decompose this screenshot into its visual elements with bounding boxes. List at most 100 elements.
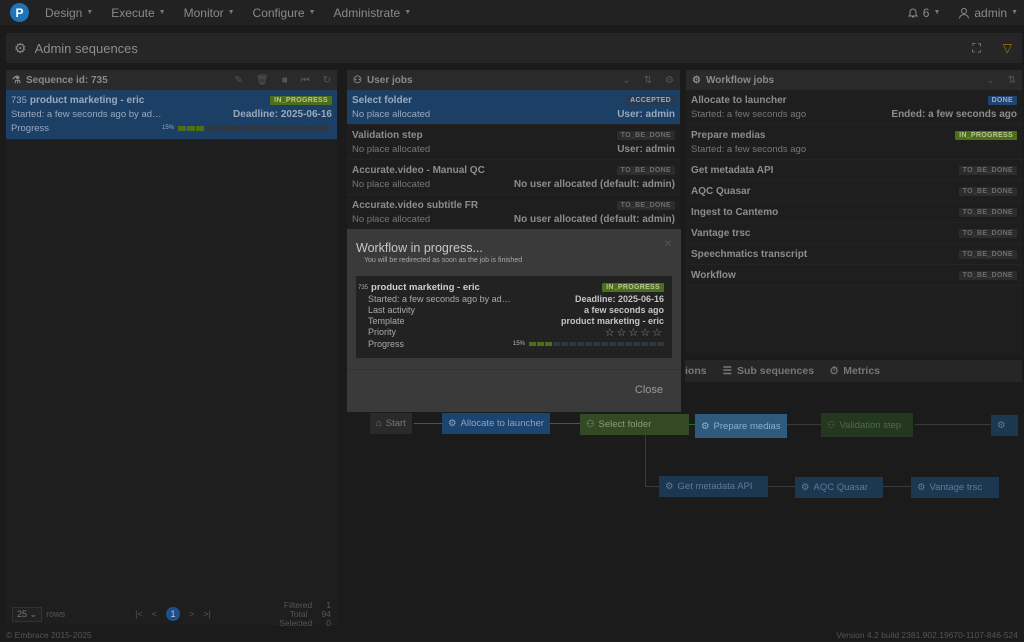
progress-segment: [286, 125, 294, 131]
progress-segment: [545, 341, 552, 346]
progress-segment: [537, 341, 544, 346]
graph-node-partial[interactable]: ⚙: [991, 415, 1018, 436]
close-icon[interactable]: ✕: [664, 239, 672, 250]
app-logo[interactable]: P: [10, 3, 29, 22]
workflow-job-row[interactable]: Get metadata API TO_BE_DONE: [686, 160, 1022, 181]
graph-node-allocate[interactable]: ⚙ Allocate to launcher: [442, 413, 550, 434]
user-job-row[interactable]: Select folder ACCEPTED No place allocated U…: [347, 90, 680, 125]
job-title: AQC Quasar: [691, 185, 751, 197]
job-title: Allocate to launcher: [691, 94, 787, 106]
user-job-row[interactable]: Accurate.video subtitle FR TO_BE_DONE No p…: [347, 195, 680, 230]
sequence-row[interactable]: 735 product marketing - eric IN_PROGRESS…: [6, 90, 337, 140]
workflow-jobs-panel: ⚙ Workflow jobs ⌄ ⇅ Allocate to launcher…: [686, 70, 1022, 355]
progress-segment: [601, 341, 608, 346]
graph-node-get-metadata[interactable]: ⚙ Get metadata API: [659, 476, 768, 497]
graph-node-start[interactable]: ⌂ Start: [370, 413, 412, 434]
chevron-down-icon[interactable]: ⌄: [622, 75, 630, 86]
workflow-job-row[interactable]: Prepare medias IN_PROGRESS Started: a few …: [686, 125, 1022, 160]
gear-icon: ⚙: [917, 482, 926, 493]
progress-segment: [585, 341, 592, 346]
graph-node-validation[interactable]: ⚇ Validation step: [821, 413, 913, 437]
workflow-job-row[interactable]: Speechmatics transcript TO_BE_DONE: [686, 244, 1022, 265]
gear-icon: ⚙: [701, 420, 710, 432]
user-name: admin: [974, 5, 1008, 20]
progress-segment: [187, 125, 195, 131]
close-button[interactable]: Close: [635, 384, 663, 396]
sort-icon[interactable]: ⇅: [644, 75, 652, 86]
trash-icon[interactable]: 🗑: [256, 75, 269, 86]
rewind-icon[interactable]: ⏮: [301, 75, 310, 86]
user-job-row[interactable]: Validation step TO_BE_DONE No place alloca…: [347, 125, 680, 160]
settings-icon[interactable]: ⚙: [665, 75, 674, 86]
gear-icon: ⚙: [692, 74, 701, 86]
graph-node-label: Allocate to launcher: [460, 418, 544, 429]
progress-segment: [277, 125, 285, 131]
top-navbar: P Design ▼ Execute ▼ Monitor ▼ Configure ▼ A…: [0, 0, 1024, 25]
progress-segment: [561, 341, 568, 346]
graph-node-aqc[interactable]: ⚙ AQC Quasar: [795, 477, 883, 498]
progress-segment: [625, 341, 632, 346]
nav-execute[interactable]: Execute ▼: [111, 6, 165, 20]
progress-segment: [241, 125, 249, 131]
progress-segment: [178, 125, 186, 131]
page-size-select[interactable]: 25 ⌄: [12, 606, 43, 622]
last-page-icon[interactable]: >|: [203, 609, 211, 619]
tab-sub-sequences[interactable]: ☰ Sub sequences: [723, 365, 814, 377]
page-number-button[interactable]: 1: [165, 607, 180, 621]
modal-progress-label: Progress: [368, 338, 405, 349]
progress-segment: [268, 125, 276, 131]
progress-segment: [593, 341, 600, 346]
job-title: Select folder: [352, 94, 413, 106]
workflow-job-row[interactable]: Allocate to launcher DONE Started: a few s…: [686, 90, 1022, 125]
user-job-row[interactable]: Accurate.video - Manual QC TO_BE_DONE No p…: [347, 160, 680, 195]
edit-icon[interactable]: ✎: [234, 75, 242, 86]
progress-segment: [529, 341, 536, 346]
graph-node-vantage[interactable]: ⚙ Vantage trsc: [911, 477, 999, 498]
home-icon: ⌂: [376, 418, 382, 429]
next-page-icon[interactable]: >: [189, 609, 194, 619]
nav-administrate[interactable]: Administrate ▼: [334, 6, 412, 20]
graph-edge: [883, 486, 912, 487]
modal-sequence-id: 735: [358, 284, 369, 291]
job-started: Started: a few seconds ago: [691, 108, 807, 120]
graph-node-select-folder[interactable]: ⚇ Select folder: [580, 414, 689, 435]
workflow-job-row[interactable]: Ingest to Cantemo TO_BE_DONE: [686, 202, 1022, 223]
tab-actions[interactable]: ions: [685, 365, 707, 377]
sequence-panel: ⚗ Sequence id: 735 ✎ 🗑 ■ ⏮ ↻ 735 product…: [6, 70, 337, 625]
filter-icon[interactable]: ▽: [1003, 41, 1012, 56]
nav-monitor[interactable]: Monitor ▼: [184, 6, 235, 20]
gear-icon: ⚙: [665, 481, 674, 492]
caret-down-icon: ▼: [308, 9, 316, 16]
tab-metrics[interactable]: ⏱ Metrics: [830, 365, 880, 378]
first-page-icon[interactable]: |<: [135, 609, 143, 619]
workflow-job-row[interactable]: Vantage trsc TO_BE_DONE: [686, 223, 1022, 244]
notifications-button[interactable]: 6 ▼: [907, 6, 940, 20]
sequence-id: 735: [11, 94, 27, 106]
nav-design[interactable]: Design ▼: [45, 6, 93, 20]
modal-template: product marketing - eric: [560, 316, 664, 327]
priority-stars[interactable]: ☆☆☆☆☆: [605, 326, 664, 339]
status-badge: TO_BE_DONE: [958, 186, 1017, 196]
chevron-down-icon[interactable]: ⌄: [986, 75, 994, 86]
job-user: No user allocated (default: admin): [513, 213, 675, 225]
user-menu[interactable]: admin ▼: [958, 6, 1018, 20]
chevron-down-icon: ⌄: [29, 608, 38, 619]
workflow-job-row[interactable]: AQC Quasar TO_BE_DONE: [686, 181, 1022, 202]
job-user: No user allocated (default: admin): [513, 178, 675, 190]
sort-icon[interactable]: ⇅: [1008, 75, 1016, 86]
graph-node-prepare-medias[interactable]: ⚙ Prepare medias: [695, 414, 787, 438]
progress-segment: [232, 125, 240, 131]
bell-icon: [907, 8, 918, 17]
workflow-job-row[interactable]: Workflow TO_BE_DONE: [686, 265, 1022, 286]
status-badge: IN_PROGRESS: [955, 130, 1017, 140]
nav-configure-label: Configure: [252, 5, 305, 20]
graph-edge: [645, 434, 646, 486]
fullscreen-icon[interactable]: ⛶: [972, 41, 980, 56]
job-started: Started: a few seconds ago: [691, 143, 807, 155]
job-title: Validation step: [352, 129, 423, 141]
refresh-icon[interactable]: ↻: [323, 75, 331, 86]
prev-page-icon[interactable]: <: [152, 609, 157, 619]
stop-icon[interactable]: ■: [282, 75, 288, 86]
nav-configure[interactable]: Configure ▼: [253, 6, 316, 20]
sequence-started: Started: a few seconds ago by ad…: [11, 108, 162, 120]
